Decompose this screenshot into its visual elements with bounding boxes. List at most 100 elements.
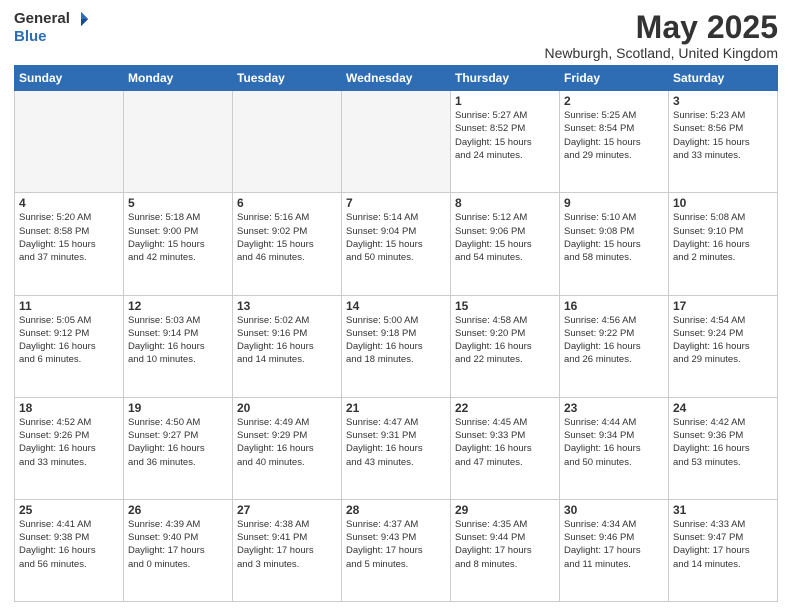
day-number: 19 xyxy=(128,401,228,415)
table-row: 28Sunrise: 4:37 AM Sunset: 9:43 PM Dayli… xyxy=(342,499,451,601)
col-saturday: Saturday xyxy=(669,66,778,91)
col-tuesday: Tuesday xyxy=(233,66,342,91)
day-info: Sunrise: 4:38 AM Sunset: 9:41 PM Dayligh… xyxy=(237,518,337,571)
day-number: 6 xyxy=(237,196,337,210)
day-number: 20 xyxy=(237,401,337,415)
col-friday: Friday xyxy=(560,66,669,91)
location: Newburgh, Scotland, United Kingdom xyxy=(545,45,778,61)
day-number: 24 xyxy=(673,401,773,415)
day-info: Sunrise: 5:03 AM Sunset: 9:14 PM Dayligh… xyxy=(128,314,228,367)
day-number: 26 xyxy=(128,503,228,517)
day-number: 17 xyxy=(673,299,773,313)
calendar-week-row: 4Sunrise: 5:20 AM Sunset: 8:58 PM Daylig… xyxy=(15,193,778,295)
day-info: Sunrise: 4:45 AM Sunset: 9:33 PM Dayligh… xyxy=(455,416,555,469)
day-info: Sunrise: 5:25 AM Sunset: 8:54 PM Dayligh… xyxy=(564,109,664,162)
page: General Blue May 2025 Newburgh, Scotland… xyxy=(0,0,792,612)
day-number: 23 xyxy=(564,401,664,415)
table-row: 1Sunrise: 5:27 AM Sunset: 8:52 PM Daylig… xyxy=(451,91,560,193)
table-row: 22Sunrise: 4:45 AM Sunset: 9:33 PM Dayli… xyxy=(451,397,560,499)
table-row: 14Sunrise: 5:00 AM Sunset: 9:18 PM Dayli… xyxy=(342,295,451,397)
header: General Blue May 2025 Newburgh, Scotland… xyxy=(14,10,778,61)
day-number: 14 xyxy=(346,299,446,313)
logo-flag-icon xyxy=(72,10,90,28)
table-row: 7Sunrise: 5:14 AM Sunset: 9:04 PM Daylig… xyxy=(342,193,451,295)
day-number: 30 xyxy=(564,503,664,517)
table-row: 13Sunrise: 5:02 AM Sunset: 9:16 PM Dayli… xyxy=(233,295,342,397)
table-row: 20Sunrise: 4:49 AM Sunset: 9:29 PM Dayli… xyxy=(233,397,342,499)
day-number: 3 xyxy=(673,94,773,108)
title-block: May 2025 Newburgh, Scotland, United King… xyxy=(545,10,778,61)
day-info: Sunrise: 4:56 AM Sunset: 9:22 PM Dayligh… xyxy=(564,314,664,367)
logo-general-text: General xyxy=(14,10,70,28)
table-row: 23Sunrise: 4:44 AM Sunset: 9:34 PM Dayli… xyxy=(560,397,669,499)
day-info: Sunrise: 5:10 AM Sunset: 9:08 PM Dayligh… xyxy=(564,211,664,264)
day-info: Sunrise: 4:44 AM Sunset: 9:34 PM Dayligh… xyxy=(564,416,664,469)
day-number: 10 xyxy=(673,196,773,210)
day-info: Sunrise: 5:20 AM Sunset: 8:58 PM Dayligh… xyxy=(19,211,119,264)
table-row: 25Sunrise: 4:41 AM Sunset: 9:38 PM Dayli… xyxy=(15,499,124,601)
table-row: 9Sunrise: 5:10 AM Sunset: 9:08 PM Daylig… xyxy=(560,193,669,295)
calendar-table: Sunday Monday Tuesday Wednesday Thursday… xyxy=(14,65,778,602)
table-row: 10Sunrise: 5:08 AM Sunset: 9:10 PM Dayli… xyxy=(669,193,778,295)
table-row: 30Sunrise: 4:34 AM Sunset: 9:46 PM Dayli… xyxy=(560,499,669,601)
calendar-week-row: 25Sunrise: 4:41 AM Sunset: 9:38 PM Dayli… xyxy=(15,499,778,601)
day-info: Sunrise: 5:12 AM Sunset: 9:06 PM Dayligh… xyxy=(455,211,555,264)
table-row: 6Sunrise: 5:16 AM Sunset: 9:02 PM Daylig… xyxy=(233,193,342,295)
logo: General Blue xyxy=(14,10,90,46)
day-info: Sunrise: 5:18 AM Sunset: 9:00 PM Dayligh… xyxy=(128,211,228,264)
day-info: Sunrise: 4:37 AM Sunset: 9:43 PM Dayligh… xyxy=(346,518,446,571)
table-row: 5Sunrise: 5:18 AM Sunset: 9:00 PM Daylig… xyxy=(124,193,233,295)
col-wednesday: Wednesday xyxy=(342,66,451,91)
table-row xyxy=(124,91,233,193)
day-number: 1 xyxy=(455,94,555,108)
day-info: Sunrise: 5:05 AM Sunset: 9:12 PM Dayligh… xyxy=(19,314,119,367)
day-info: Sunrise: 4:49 AM Sunset: 9:29 PM Dayligh… xyxy=(237,416,337,469)
day-number: 15 xyxy=(455,299,555,313)
table-row: 27Sunrise: 4:38 AM Sunset: 9:41 PM Dayli… xyxy=(233,499,342,601)
day-number: 12 xyxy=(128,299,228,313)
day-info: Sunrise: 5:23 AM Sunset: 8:56 PM Dayligh… xyxy=(673,109,773,162)
col-sunday: Sunday xyxy=(15,66,124,91)
day-number: 21 xyxy=(346,401,446,415)
table-row: 15Sunrise: 4:58 AM Sunset: 9:20 PM Dayli… xyxy=(451,295,560,397)
table-row: 26Sunrise: 4:39 AM Sunset: 9:40 PM Dayli… xyxy=(124,499,233,601)
table-row: 24Sunrise: 4:42 AM Sunset: 9:36 PM Dayli… xyxy=(669,397,778,499)
calendar-week-row: 18Sunrise: 4:52 AM Sunset: 9:26 PM Dayli… xyxy=(15,397,778,499)
col-monday: Monday xyxy=(124,66,233,91)
day-number: 7 xyxy=(346,196,446,210)
table-row: 12Sunrise: 5:03 AM Sunset: 9:14 PM Dayli… xyxy=(124,295,233,397)
day-info: Sunrise: 5:02 AM Sunset: 9:16 PM Dayligh… xyxy=(237,314,337,367)
day-number: 18 xyxy=(19,401,119,415)
day-number: 13 xyxy=(237,299,337,313)
day-info: Sunrise: 4:41 AM Sunset: 9:38 PM Dayligh… xyxy=(19,518,119,571)
day-number: 31 xyxy=(673,503,773,517)
table-row: 19Sunrise: 4:50 AM Sunset: 9:27 PM Dayli… xyxy=(124,397,233,499)
day-number: 2 xyxy=(564,94,664,108)
day-number: 27 xyxy=(237,503,337,517)
day-number: 9 xyxy=(564,196,664,210)
day-number: 8 xyxy=(455,196,555,210)
calendar-week-row: 11Sunrise: 5:05 AM Sunset: 9:12 PM Dayli… xyxy=(15,295,778,397)
day-info: Sunrise: 4:58 AM Sunset: 9:20 PM Dayligh… xyxy=(455,314,555,367)
table-row: 31Sunrise: 4:33 AM Sunset: 9:47 PM Dayli… xyxy=(669,499,778,601)
col-thursday: Thursday xyxy=(451,66,560,91)
logo-blue-text: Blue xyxy=(14,28,47,45)
table-row xyxy=(15,91,124,193)
day-info: Sunrise: 4:33 AM Sunset: 9:47 PM Dayligh… xyxy=(673,518,773,571)
day-info: Sunrise: 4:54 AM Sunset: 9:24 PM Dayligh… xyxy=(673,314,773,367)
day-number: 29 xyxy=(455,503,555,517)
day-info: Sunrise: 4:35 AM Sunset: 9:44 PM Dayligh… xyxy=(455,518,555,571)
day-number: 25 xyxy=(19,503,119,517)
table-row: 4Sunrise: 5:20 AM Sunset: 8:58 PM Daylig… xyxy=(15,193,124,295)
table-row: 21Sunrise: 4:47 AM Sunset: 9:31 PM Dayli… xyxy=(342,397,451,499)
day-info: Sunrise: 4:34 AM Sunset: 9:46 PM Dayligh… xyxy=(564,518,664,571)
table-row: 11Sunrise: 5:05 AM Sunset: 9:12 PM Dayli… xyxy=(15,295,124,397)
table-row: 2Sunrise: 5:25 AM Sunset: 8:54 PM Daylig… xyxy=(560,91,669,193)
day-info: Sunrise: 4:47 AM Sunset: 9:31 PM Dayligh… xyxy=(346,416,446,469)
day-info: Sunrise: 4:42 AM Sunset: 9:36 PM Dayligh… xyxy=(673,416,773,469)
day-info: Sunrise: 4:52 AM Sunset: 9:26 PM Dayligh… xyxy=(19,416,119,469)
day-number: 16 xyxy=(564,299,664,313)
day-info: Sunrise: 4:39 AM Sunset: 9:40 PM Dayligh… xyxy=(128,518,228,571)
day-info: Sunrise: 5:27 AM Sunset: 8:52 PM Dayligh… xyxy=(455,109,555,162)
day-info: Sunrise: 4:50 AM Sunset: 9:27 PM Dayligh… xyxy=(128,416,228,469)
